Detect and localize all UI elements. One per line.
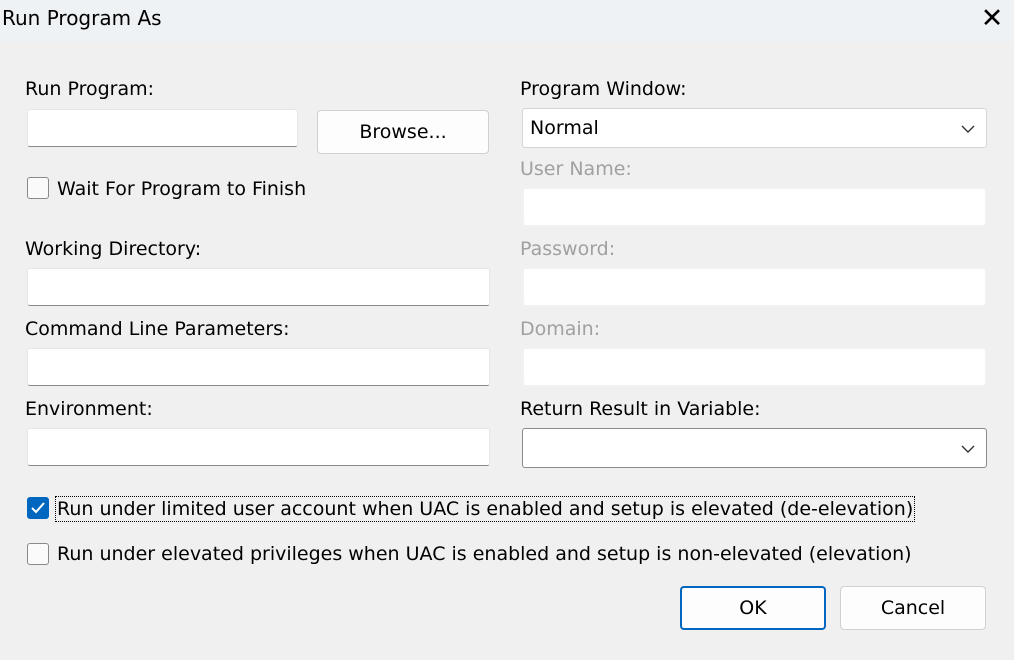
domain-label: Domain: (520, 318, 601, 340)
command-line-label: Command Line Parameters: (25, 318, 290, 340)
working-directory-field[interactable] (27, 268, 490, 306)
program-window-value: Normal (530, 117, 599, 139)
working-directory-input[interactable] (28, 269, 489, 305)
program-window-select[interactable]: Normal (522, 108, 987, 148)
command-line-field[interactable] (27, 348, 490, 386)
password-label: Password: (520, 238, 616, 260)
deelevation-checkbox[interactable] (27, 497, 49, 519)
deelevation-label[interactable]: Run under limited user account when UAC … (54, 496, 916, 522)
return-result-label: Return Result in Variable: (520, 398, 761, 420)
command-line-input[interactable] (28, 349, 489, 385)
return-result-select[interactable] (522, 428, 987, 468)
ok-button[interactable]: OK (680, 586, 826, 630)
wait-for-finish-label[interactable]: Wait For Program to Finish (57, 178, 306, 200)
run-program-label: Run Program: (25, 78, 155, 100)
working-directory-label: Working Directory: (25, 238, 202, 260)
user-name-label: User Name: (520, 158, 632, 180)
browse-button[interactable]: Browse... (317, 110, 489, 154)
program-window-label: Program Window: (520, 78, 687, 100)
environment-field[interactable] (27, 428, 490, 466)
checkmark-icon (31, 502, 45, 514)
wait-for-finish-checkbox[interactable] (27, 177, 49, 199)
window-title: Run Program As (2, 6, 162, 30)
environment-input[interactable] (28, 429, 489, 465)
domain-field (523, 348, 986, 386)
title-bar: Run Program As ✕ (0, 0, 1014, 42)
cancel-button[interactable]: Cancel (840, 586, 986, 630)
elevation-label[interactable]: Run under elevated privileges when UAC i… (57, 543, 912, 565)
chevron-down-icon (961, 445, 975, 453)
user-name-field (523, 188, 986, 226)
chevron-down-icon (961, 125, 975, 133)
password-field (523, 268, 986, 306)
environment-label: Environment: (25, 398, 153, 420)
elevation-checkbox[interactable] (27, 543, 49, 565)
run-program-field[interactable] (27, 109, 298, 147)
close-icon[interactable]: ✕ (975, 2, 1009, 36)
run-program-input[interactable] (28, 110, 297, 146)
